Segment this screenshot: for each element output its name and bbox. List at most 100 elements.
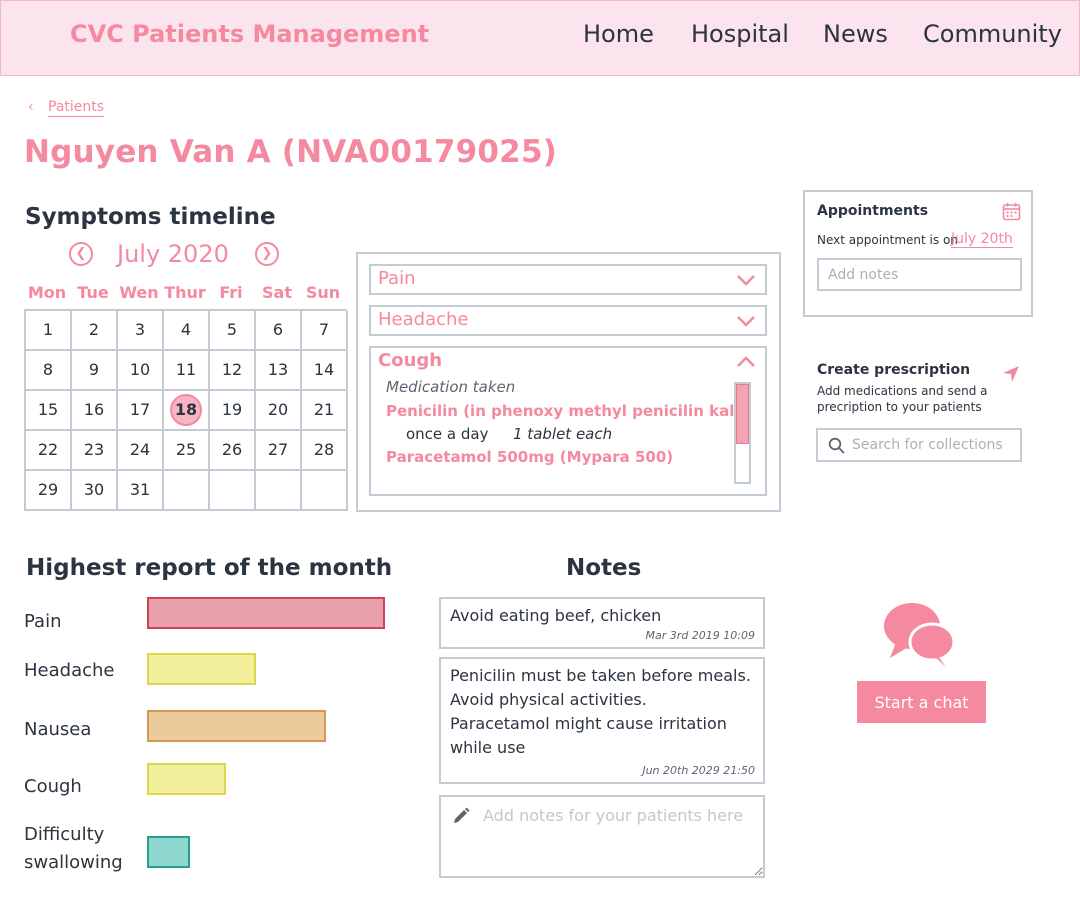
note-card: Penicilin must be taken before meals. Av…	[439, 657, 765, 784]
chevron-up-icon[interactable]	[736, 356, 756, 368]
nav-community[interactable]: Community	[923, 20, 1062, 48]
calendar-day-number: 7	[318, 320, 330, 339]
calendar-day[interactable]: 13	[256, 351, 302, 391]
accordion-headache[interactable]: Headache	[369, 305, 767, 336]
calendar-day-number: 29	[37, 480, 59, 499]
calendar-day-number: 6	[272, 320, 284, 339]
weekday-label: Mon	[27, 283, 67, 302]
search-collections-input[interactable]	[852, 435, 1017, 455]
calendar-day[interactable]: 24	[118, 431, 164, 471]
nav-news[interactable]: News	[823, 20, 888, 48]
note-text-line: Paracetamol might cause irritation	[450, 714, 727, 733]
calendar-day[interactable]: 7	[302, 311, 348, 351]
calendar-day[interactable]: 8	[26, 351, 72, 391]
note-text-line: while use	[450, 738, 526, 757]
month-navigator: ❮ July 2020 ❯	[68, 240, 280, 270]
calendar-day[interactable]: 6	[256, 311, 302, 351]
calendar-day[interactable]: 15	[26, 391, 72, 431]
page-title: Nguyen Van A (NVA00179025)	[24, 134, 558, 170]
calendar-day-number: 17	[129, 400, 151, 419]
calendar-day[interactable]: 31	[118, 471, 164, 511]
appointment-notes-input[interactable]	[817, 258, 1022, 291]
calendar-day-number: 9	[88, 360, 100, 379]
calendar-day-empty	[210, 471, 256, 511]
weekday-label: Tue	[77, 283, 109, 302]
create-prescription-description: Add medications and send a precription t…	[817, 384, 988, 414]
send-icon[interactable]	[1001, 364, 1021, 388]
calendar-day-number: 10	[129, 360, 151, 379]
nav-home[interactable]: Home	[583, 20, 654, 48]
calendar-day[interactable]: 5	[210, 311, 256, 351]
calendar-day[interactable]: 14	[302, 351, 348, 391]
weekday-label: Fri	[219, 283, 243, 302]
calendar-day[interactable]: 23	[72, 431, 118, 471]
calendar-day[interactable]: 28	[302, 431, 348, 471]
calendar-day-number: 27	[267, 440, 289, 459]
weekday-label: Sun	[305, 283, 341, 302]
breadcrumb: ‹ Patients	[28, 99, 105, 117]
calendar-day[interactable]: 3	[118, 311, 164, 351]
breadcrumb-patients-link[interactable]: Patients	[48, 99, 105, 117]
calendar-day[interactable]: 20	[256, 391, 302, 431]
calendar-day[interactable]: 27	[256, 431, 302, 471]
chevron-right-circle-icon[interactable]: ❯	[255, 242, 279, 266]
calendar-day[interactable]: 2	[72, 311, 118, 351]
calendar-day[interactable]: 21	[302, 391, 348, 431]
chevron-left-circle-icon[interactable]: ❮	[69, 242, 93, 266]
calendar-day[interactable]: 12	[210, 351, 256, 391]
chevron-left-icon[interactable]: ‹	[28, 99, 42, 115]
calendar-day-number: 24	[129, 440, 151, 459]
calendar-day-number: 28	[313, 440, 335, 459]
calendar-day[interactable]: 11	[164, 351, 210, 391]
collections-search	[816, 428, 1022, 462]
report-label-headache: Headache	[24, 660, 115, 681]
calendar-day[interactable]: 26	[210, 431, 256, 471]
nav-hospital[interactable]: Hospital	[691, 20, 789, 48]
accordion-headache-label: Headache	[378, 309, 469, 330]
report-label-line: Difficulty	[24, 824, 105, 845]
medication-caption: Medication taken	[386, 378, 516, 396]
calendar-day[interactable]: 30	[72, 471, 118, 511]
calendar-day[interactable]: 4	[164, 311, 210, 351]
report-label-nausea: Nausea	[24, 719, 92, 740]
calendar-day[interactable]: 1	[26, 311, 72, 351]
calendar-day-number: 12	[221, 360, 243, 379]
accordion-pain[interactable]: Pain	[369, 264, 767, 295]
chevron-down-icon[interactable]	[736, 274, 756, 286]
note-text: Avoid eating beef, chicken	[450, 606, 662, 625]
app-brand[interactable]: CVC Patients Management	[70, 20, 429, 48]
calendar-day-number: 18	[170, 394, 202, 426]
calendar-day[interactable]: 16	[72, 391, 118, 431]
calendar-day[interactable]: 25	[164, 431, 210, 471]
calendar-day-number: 5	[226, 320, 238, 339]
accordion-pain-label: Pain	[378, 268, 416, 289]
calendar-day[interactable]: 22	[26, 431, 72, 471]
calendar-day-number: 13	[267, 360, 289, 379]
calendar-day-number: 26	[221, 440, 243, 459]
symptoms-timeline-heading: Symptoms timeline	[25, 204, 276, 230]
add-note-input[interactable]	[439, 795, 765, 878]
weekday-label: Thur	[164, 283, 206, 302]
calendar-day-number: 21	[313, 400, 335, 419]
start-chat-button[interactable]: Start a chat	[857, 681, 986, 723]
scrollbar-track[interactable]	[734, 382, 751, 484]
calendar-day-number: 25	[175, 440, 197, 459]
calendar-day[interactable]: 9	[72, 351, 118, 391]
calendar-day-selected[interactable]: 18	[164, 391, 210, 431]
top-nav-bar: CVC Patients Management Home Hospital Ne…	[0, 0, 1080, 76]
next-appointment-date[interactable]: July 20th	[951, 231, 1013, 248]
calendar-icon[interactable]	[1002, 202, 1021, 225]
medication-name: Paracetamol 500mg (Mypara 500)	[386, 448, 674, 466]
calendar-grid: 1 2 3 4 5 6 7 8 9 10 11 12 13 14 15 16 17 18 19 20 21 22 23 24 2…	[24, 309, 348, 511]
report-bar-headache	[147, 653, 256, 685]
calendar-day[interactable]: 17	[118, 391, 164, 431]
calendar-day[interactable]: 10	[118, 351, 164, 391]
calendar-day-number: 16	[83, 400, 105, 419]
create-prescription-title: Create prescription	[817, 362, 971, 378]
scrollbar-thumb[interactable]	[736, 384, 749, 444]
calendar-day[interactable]: 29	[26, 471, 72, 511]
chevron-down-icon[interactable]	[736, 315, 756, 327]
report-label-line: swallowing	[24, 852, 123, 873]
calendar-day[interactable]: 19	[210, 391, 256, 431]
accordion-cough[interactable]: Cough Medication taken Penicilin (in phe…	[369, 346, 767, 496]
